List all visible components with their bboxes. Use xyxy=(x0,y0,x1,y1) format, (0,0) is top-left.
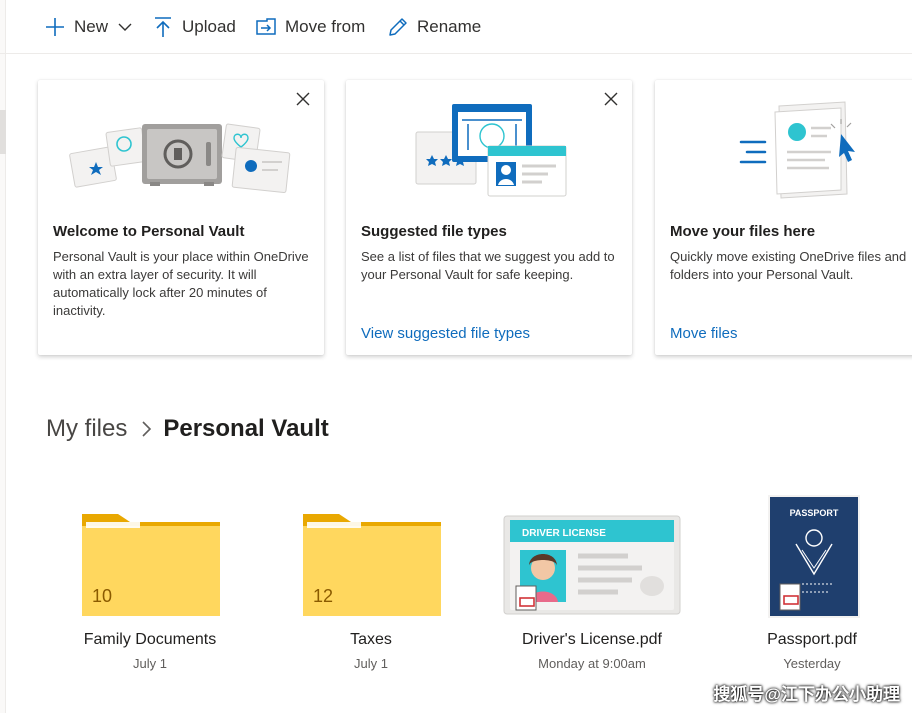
card-description: Personal Vault is your place within OneD… xyxy=(53,249,309,318)
chevron-down-icon xyxy=(114,16,136,38)
modified-date: July 1 xyxy=(133,656,167,671)
folder-icon xyxy=(303,514,441,616)
suggested-file-types-card: Suggested file types See a list of files… xyxy=(346,80,632,355)
vault-illustration xyxy=(69,123,291,194)
pencil-icon xyxy=(387,16,409,38)
breadcrumb-my-files[interactable]: My files xyxy=(46,415,127,443)
card-description: See a list of files that we suggest you … xyxy=(361,249,615,282)
onedrive-window: New Upload Move from Rename Welcome to P… xyxy=(0,0,912,713)
chevron-right-icon xyxy=(141,420,153,438)
driver-license-thumbnail: DRIVER LICENSE xyxy=(503,515,681,615)
upload-button[interactable]: Upload xyxy=(152,12,236,42)
rename-button-label: Rename xyxy=(417,17,482,36)
pdf-tile[interactable]: PASSPORT Passport.pdf Yesterday xyxy=(712,490,912,680)
file-name: Driver's License.pdf xyxy=(522,631,662,648)
folder-tile[interactable]: 12 Taxes July 1 xyxy=(271,490,471,680)
breadcrumb-personal-vault: Personal Vault xyxy=(163,415,329,442)
breadcrumb: My files Personal Vault xyxy=(46,412,329,446)
file-name: Passport.pdf xyxy=(767,631,857,648)
new-button-label: New xyxy=(74,17,109,36)
rename-button[interactable]: Rename xyxy=(387,12,481,42)
card-title: Welcome to Personal Vault xyxy=(53,223,245,240)
modified-date: July 1 xyxy=(354,656,388,671)
move-files-link[interactable]: Move files xyxy=(670,325,738,342)
folder-tile[interactable]: 10 Family Documents July 1 xyxy=(50,490,250,680)
upload-button-label: Upload xyxy=(182,17,236,36)
file-name: Taxes xyxy=(350,631,392,648)
modified-date: Monday at 9:00am xyxy=(538,656,646,671)
passport-cover-text: PASSPORT xyxy=(790,508,839,518)
plus-icon xyxy=(44,16,66,38)
license-header-text: DRIVER LICENSE xyxy=(522,528,606,539)
move-files-card: Move your files here Quickly move existi… xyxy=(655,80,912,355)
modified-date: Yesterday xyxy=(783,656,841,671)
card-description: Quickly move existing OneDrive files and… xyxy=(670,249,907,282)
folder-item-count: 10 xyxy=(92,586,113,606)
card-title: Move your files here xyxy=(670,223,816,240)
welcome-card: Welcome to Personal Vault Personal Vault… xyxy=(38,80,324,355)
move-files-illustration xyxy=(739,101,855,199)
move-from-button-label: Move from xyxy=(285,17,366,36)
move-from-icon xyxy=(255,16,277,38)
card-title: Suggested file types xyxy=(361,223,507,240)
view-suggested-file-types-link[interactable]: View suggested file types xyxy=(361,325,530,342)
move-from-button[interactable]: Move from xyxy=(255,12,365,42)
folder-item-count: 12 xyxy=(313,586,334,606)
rail-selected-indicator xyxy=(0,110,6,154)
watermark: 搜狐号@江下办公小助理 xyxy=(713,685,900,704)
folder-icon xyxy=(82,514,220,616)
pdf-tile[interactable]: DRIVER LICENSE Driver's License.pdf Mond… xyxy=(492,490,692,680)
passport-thumbnail: PASSPORT xyxy=(768,495,860,618)
left-rail xyxy=(0,0,6,713)
command-bar: New Upload Move from Rename xyxy=(0,0,912,54)
upload-icon xyxy=(152,16,174,38)
documents-illustration xyxy=(415,104,567,197)
file-name: Family Documents xyxy=(83,631,217,648)
new-button[interactable]: New xyxy=(44,12,136,42)
